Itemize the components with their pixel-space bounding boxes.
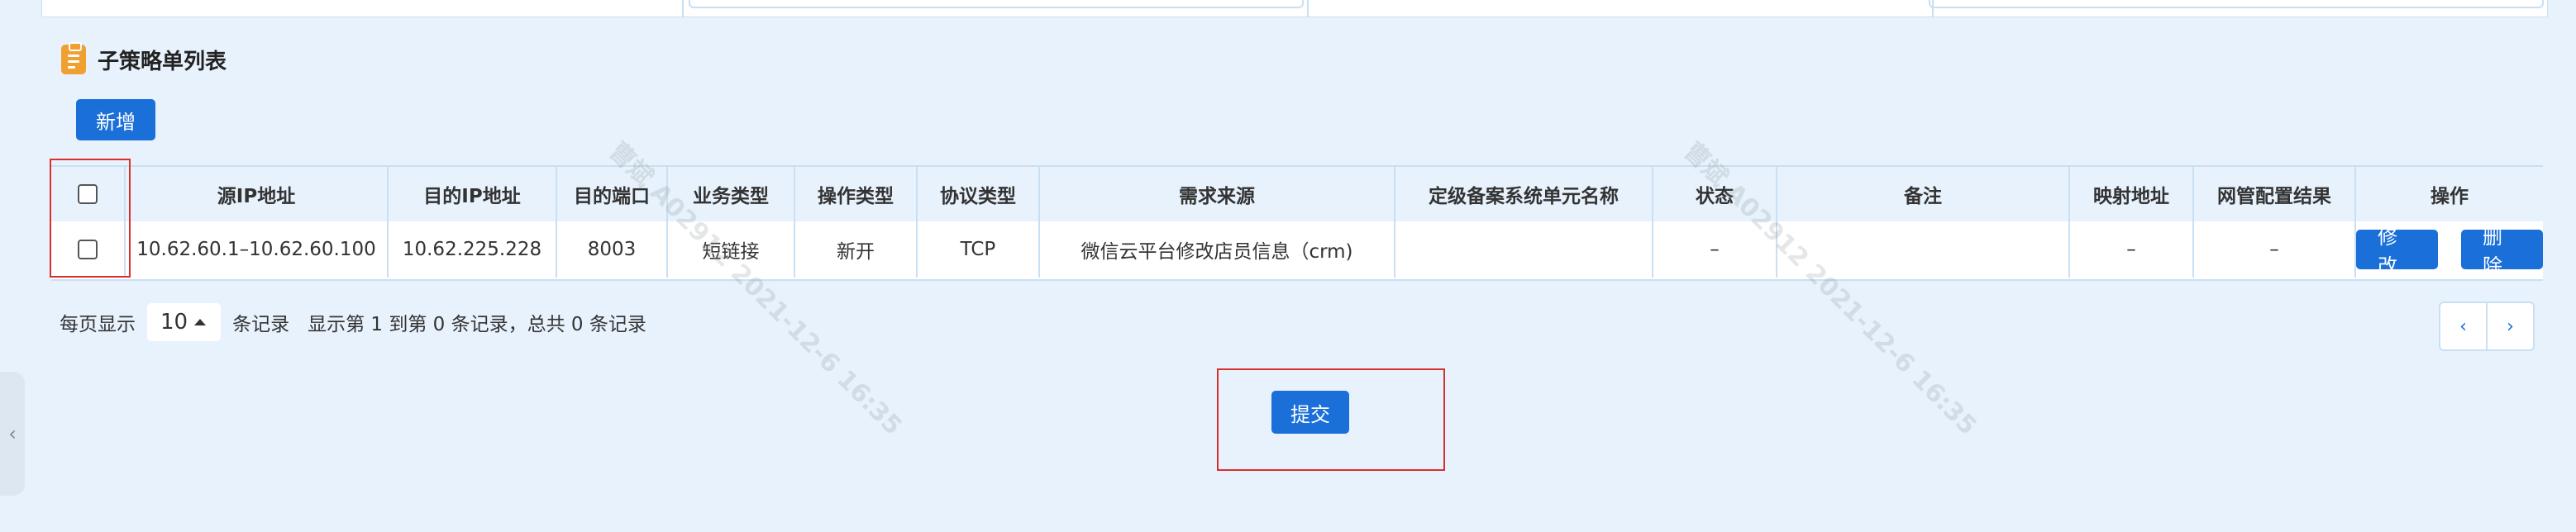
config-result-cell: – xyxy=(2194,221,2356,278)
add-button[interactable]: 新增 xyxy=(76,99,155,140)
operation-type-cell: 新开 xyxy=(795,221,918,278)
column-header: 协议类型 xyxy=(918,167,1040,221)
prev-page-button[interactable]: ‹ xyxy=(2440,303,2488,349)
column-header: 定级备案系统单元名称 xyxy=(1395,167,1653,221)
pagination-info: 每页显示 10 条记录 显示第 1 到第 0 条记录，总共 0 条记录 xyxy=(60,302,646,343)
edit-button[interactable]: 修改 xyxy=(2356,226,2438,278)
records-label: 条记录 xyxy=(232,314,290,335)
form-cell xyxy=(1307,0,1934,17)
substrategy-table: 源IP地址 目的IP地址 目的端口 业务类型 操作类型 协议类型 需求来源 定级… xyxy=(51,165,2543,281)
highlight-box-submit xyxy=(1217,368,1445,471)
top-form-strip xyxy=(41,0,2548,17)
records-summary: 显示第 1 到第 0 条记录，总共 0 条记录 xyxy=(308,314,646,335)
per-page-label: 每页显示 xyxy=(60,314,136,335)
protocol-cell: TCP xyxy=(918,221,1040,278)
next-page-button[interactable]: › xyxy=(2488,303,2533,349)
column-header: 网管配置结果 xyxy=(2194,167,2356,221)
actions-cell: 修改 删除 xyxy=(2356,221,2543,278)
page-size-select[interactable]: 10 xyxy=(147,303,222,341)
form-input[interactable] xyxy=(1929,0,2544,8)
column-header: 目的IP地址 xyxy=(389,167,557,221)
page-size-value: 10 xyxy=(160,310,188,335)
pagination-controls: ‹ › xyxy=(2439,302,2535,351)
column-header: 操作 xyxy=(2431,186,2469,207)
column-header: 操作类型 xyxy=(795,167,918,221)
column-header: 备注 xyxy=(1777,167,2070,221)
highlight-box-checkboxes xyxy=(50,159,131,278)
section-header: 子策略单列表 xyxy=(61,42,227,76)
dest-ip-cell: 10.62.225.228 xyxy=(389,221,557,278)
form-cell xyxy=(42,0,684,17)
dest-port-cell: 8003 xyxy=(557,221,668,278)
source-ip-cell: 10.62.60.1–10.62.60.100 xyxy=(126,221,389,278)
delete-button[interactable]: 删除 xyxy=(2461,226,2543,278)
demand-source-cell: 微信云平台修改店员信息（crm) xyxy=(1040,221,1395,278)
column-header: 源IP地址 xyxy=(126,167,389,221)
caret-up-icon xyxy=(194,319,207,325)
clipboard-icon xyxy=(61,42,86,74)
section-title: 子策略单列表 xyxy=(98,49,227,74)
column-header: 需求来源 xyxy=(1040,167,1395,221)
sidebar-collapse-handle[interactable]: ‹ xyxy=(0,372,25,496)
column-header: 映射地址 xyxy=(2070,167,2194,221)
system-unit-cell xyxy=(1395,221,1653,278)
form-cell xyxy=(682,0,1309,17)
mapping-address-cell: – xyxy=(2070,221,2194,278)
